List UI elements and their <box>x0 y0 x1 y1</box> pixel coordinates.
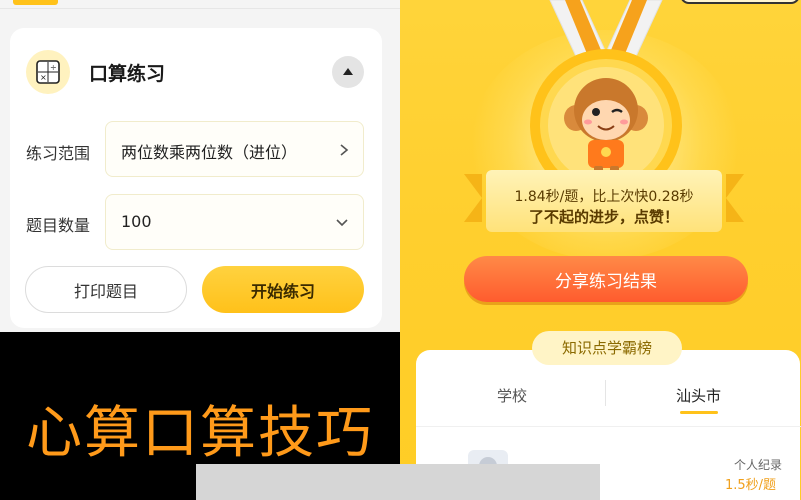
chevron-right-icon <box>340 144 349 156</box>
overlay-box <box>196 464 600 500</box>
count-value: 100 <box>121 212 152 231</box>
range-label: 练习范围 <box>26 144 91 163</box>
card-title: 口算练习 <box>89 63 166 85</box>
calculator-icon: ÷ × <box>26 50 70 94</box>
result-panel: 1.84秒/题，比上次快0.28秒 了不起的进步，点赞！ 分享练习结果 知识点学… <box>400 0 801 500</box>
chevron-down-icon <box>336 219 348 227</box>
collapse-button[interactable] <box>332 56 364 88</box>
start-practice-button[interactable]: 开始练习 <box>202 266 364 313</box>
tab-divider <box>605 380 606 406</box>
tab-shantou[interactable]: 汕头市 <box>676 385 721 406</box>
record-label: 个人纪录 <box>734 458 783 472</box>
range-selector[interactable]: 两位数乘两位数（进位） <box>105 121 364 177</box>
active-tab-indicator <box>680 411 718 414</box>
svg-text:×: × <box>40 73 47 82</box>
tab-indicator <box>13 0 58 5</box>
share-result-button[interactable]: 分享练习结果 <box>464 256 748 302</box>
print-questions-button[interactable]: 打印题目 <box>25 266 187 313</box>
record-value: 1.5秒/题 <box>725 478 777 493</box>
praise-text: 了不起的进步，点赞！ <box>528 208 679 226</box>
speed-text: 1.84秒/题，比上次快0.28秒 <box>514 189 694 205</box>
practice-panel: ÷ × 口算练习 练习范围 两位数乘两位数（进位） 题目数量 100 打印题目 … <box>0 0 400 332</box>
divider <box>416 426 801 427</box>
count-label: 题目数量 <box>26 216 91 235</box>
leaderboard-title: 知识点学霸榜 <box>532 331 682 365</box>
range-value: 两位数乘两位数（进位） <box>121 143 298 162</box>
practice-settings-card: ÷ × 口算练习 练习范围 两位数乘两位数（进位） 题目数量 100 打印题目 … <box>10 28 382 328</box>
tab-school[interactable]: 学校 <box>497 385 527 406</box>
divider <box>0 8 400 9</box>
svg-text:÷: ÷ <box>50 63 57 72</box>
count-dropdown[interactable]: 100 <box>105 194 364 250</box>
banner-text: 心算口算技巧 <box>26 401 374 466</box>
result-ribbon: 1.84秒/题，比上次快0.28秒 了不起的进步，点赞！ <box>464 170 744 232</box>
